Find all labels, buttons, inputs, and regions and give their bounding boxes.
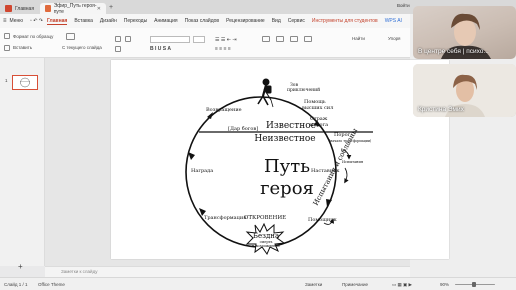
revelation-label: ОТКРОВЕНИЕ	[244, 215, 286, 221]
menu-item-transitions[interactable]: Переходы	[124, 18, 147, 24]
tab-document[interactable]: Эфир_Путь героя-путе ✕	[40, 2, 106, 15]
menu-button[interactable]: Меню	[10, 18, 24, 24]
section-icon[interactable]	[115, 46, 121, 52]
participant-video-2[interactable]: Кристина Эмих	[413, 64, 516, 117]
home-tab-icon	[5, 5, 12, 12]
add-slide-button[interactable]: +	[18, 262, 23, 271]
known-label: Известное	[266, 121, 316, 131]
menu-bar: ≡ Меню ▫ ↶ ↷ Главная Вставка Дизайн Пере…	[0, 14, 410, 28]
arrowhead	[188, 152, 195, 160]
reset-icon[interactable]	[125, 36, 131, 42]
return-label: Возвращение	[206, 107, 242, 113]
hiker-icon	[257, 78, 274, 108]
thumbnail-preview	[20, 77, 30, 88]
find-button[interactable]: Найти	[352, 36, 365, 41]
thumbnail-number: 1	[5, 78, 8, 83]
tab-document-label: Эфир_Путь героя-путе	[53, 2, 97, 15]
quick-style-icon[interactable]	[304, 36, 312, 42]
tab-home-label: Главная	[15, 5, 35, 12]
menu-item-slideshow[interactable]: Показ слайдов	[185, 18, 219, 24]
format-painter-icon[interactable]	[4, 33, 10, 39]
ribbon-toolbar: Формат по образцу Вставить С текущего сл…	[0, 28, 410, 58]
arrowhead	[326, 199, 332, 207]
save-icon[interactable]: ▫ ↶ ↷	[30, 18, 43, 24]
menu-item-design[interactable]: Дизайн	[100, 18, 117, 24]
transformation-label: Трансформация	[204, 214, 246, 221]
paste-icon[interactable]	[4, 45, 10, 51]
gift-label: [Дар богов]	[228, 125, 258, 132]
menu-item-tools[interactable]: Сервис	[288, 18, 305, 24]
status-bar: Слайд 1 / 1 Office Theme Заметки Примеча…	[0, 277, 516, 290]
list-icons[interactable]: ☰ ☰ ⇤ ⇥	[215, 37, 237, 43]
arrange-button[interactable]: Упоря	[388, 36, 401, 41]
presentation-app-window: Главная Эфир_Путь героя-путе ✕ + Войти ≡…	[0, 0, 516, 290]
new-slide-button[interactable]: С текущего слайда	[62, 45, 102, 50]
new-slide-icon[interactable]	[66, 33, 75, 40]
align-icons[interactable]: ≡ ≡ ≡ ≡	[215, 46, 231, 52]
hamburger-icon[interactable]: ≡	[3, 18, 7, 24]
participant-2-name: Кристина Эмих	[418, 106, 464, 113]
font-family-select[interactable]	[150, 36, 190, 43]
shapes-icon[interactable]	[276, 36, 284, 42]
arrange-icon[interactable]	[290, 36, 298, 42]
theme-name[interactable]: Office Theme	[38, 282, 65, 287]
layout-icon[interactable]	[115, 36, 121, 42]
help-label-2: высших сил	[302, 105, 333, 111]
zoom-level[interactable]: 90%	[440, 282, 449, 287]
presentation-file-icon	[45, 5, 51, 12]
new-tab-button[interactable]: +	[109, 4, 113, 11]
menu-item-review[interactable]: Рецензирование	[226, 18, 265, 24]
slide[interactable]: Известное Неизвестное Путь героя Зов при…	[111, 60, 449, 259]
view-mode-icons[interactable]: ▭ ▦ ▣ ▶	[392, 282, 412, 288]
notes-toggle[interactable]: Заметки	[305, 282, 322, 287]
menu-item-insert[interactable]: Вставка	[74, 18, 93, 24]
helper-label: Помощник	[308, 217, 338, 223]
font-size-select[interactable]	[193, 36, 205, 43]
close-tab-icon[interactable]: ✕	[97, 6, 101, 12]
unknown-label: Неизвестное	[254, 134, 315, 144]
comments-toggle[interactable]: Примечание	[342, 282, 368, 287]
small-arrow	[344, 167, 349, 184]
slide-title-line1: Путь	[264, 156, 310, 177]
participant-video-1[interactable]: В центре себя | психо...	[413, 6, 516, 59]
menu-item-home[interactable]: Главная	[46, 18, 68, 25]
textbox-icon[interactable]	[262, 36, 270, 42]
menu-item-view[interactable]: Вид	[272, 18, 281, 24]
tab-home[interactable]: Главная	[0, 3, 40, 14]
slide-counter: Слайд 1 / 1	[4, 282, 28, 287]
slide-thumbnail[interactable]	[12, 75, 38, 90]
menu-item-animation[interactable]: Анимация	[154, 18, 177, 24]
slide-title-line2: героя	[260, 178, 314, 199]
format-painter-button[interactable]: Формат по образцу	[13, 34, 53, 39]
guardian-label-2: порога	[310, 122, 328, 128]
text-format-icons[interactable]: B I U S A	[150, 46, 171, 52]
call-label-2: приключений	[287, 87, 320, 93]
paste-button[interactable]: Вставить	[13, 45, 32, 50]
abyss-label-3: и возрождение	[252, 244, 280, 248]
zoom-slider-handle[interactable]	[472, 282, 476, 287]
menu-item-student-tools[interactable]: Инструменты для студентов	[312, 18, 378, 24]
menu-item-wps-ai[interactable]: WPS AI	[385, 18, 402, 24]
login-button[interactable]: Войти	[397, 3, 410, 8]
notes-field[interactable]: Заметки к слайду	[45, 266, 410, 277]
slide-thumbnail-panel: 1	[0, 58, 45, 266]
hero-journey-diagram: Известное Неизвестное Путь героя Зов при…	[185, 78, 373, 256]
reward-label: Награда	[191, 168, 213, 174]
challenge-small-label: Испытания	[342, 160, 364, 164]
slide-canvas: Известное Неизвестное Путь героя Зов при…	[45, 58, 449, 266]
participant-1-name: В центре себя | психо...	[418, 48, 489, 55]
abyss-label: Бездна	[253, 232, 279, 240]
